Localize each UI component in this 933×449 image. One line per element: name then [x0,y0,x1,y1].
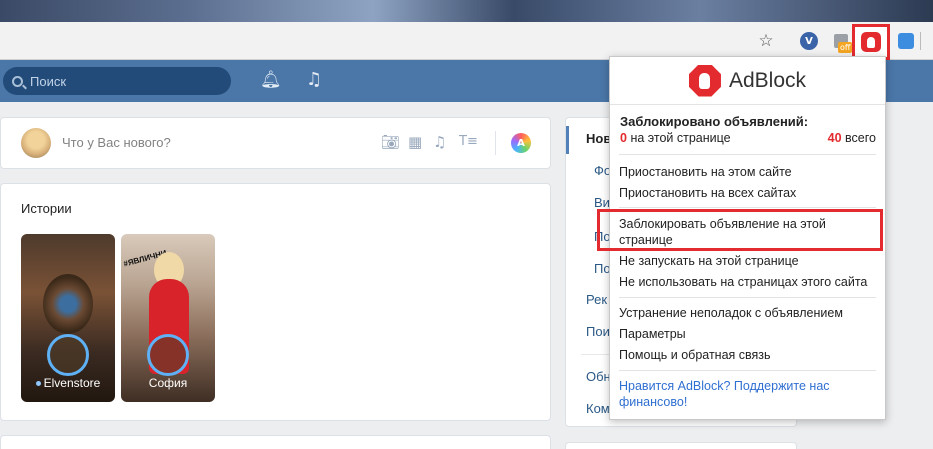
right-menu-item[interactable]: Ви [594,195,610,210]
extension-off-badge: off [838,42,853,53]
options-item[interactable]: Параметры [619,326,879,342]
divider [619,154,876,155]
new-post-card: Что у Вас нового? 📷︎ ▦ ♫ T≡ A [0,117,551,169]
toolbar-separator [920,32,921,50]
right-menu-item[interactable]: Нов [586,131,611,146]
story-name: Elvenstore [21,376,115,390]
color-post-icon[interactable]: A [511,133,531,153]
search-placeholder: Поиск [30,73,67,89]
divider [619,297,876,298]
music-attach-icon[interactable]: ♫ [433,133,446,151]
camera-icon[interactable]: 📷︎ [381,133,400,151]
extension-blue-icon[interactable] [895,30,917,52]
pause-on-site-item[interactable]: Приостановить на этом сайте [619,164,879,180]
feed-card [0,435,551,449]
extension-v-icon[interactable]: V [798,30,820,52]
adblock-brand: AdBlock [728,68,807,92]
adblock-popup: AdBlock Заблокировано объявлений: 0 на э… [597,56,886,420]
story-avatar [147,334,189,376]
right-menu-bottom [565,442,797,449]
adblock-popup-header: AdBlock [610,57,885,105]
right-menu-item[interactable]: Ком [586,401,610,416]
story-avatar [47,334,89,376]
blocked-counts: 0 на этой странице 40 всего [620,131,876,145]
stories-card: Истории Elvenstore #ЯВЛИЧНИ София [0,183,551,421]
dont-run-on-page-item[interactable]: Не запускать на этой странице [619,253,879,269]
help-feedback-item[interactable]: Помощь и обратная связь [619,347,879,363]
adblock-toolbar-button[interactable] [852,24,890,60]
block-ad-item[interactable]: Заблокировать объявление на этой страниц… [619,216,849,248]
page-count: 0 [620,131,627,145]
desktop-background [0,0,933,22]
support-link[interactable]: Нравится AdBlock? Поддержите нас финансо… [619,378,874,410]
avatar[interactable] [21,128,51,158]
divider [495,131,496,155]
music-icon[interactable]: ♫ [306,69,322,90]
story-card[interactable]: #ЯВЛИЧНИ София [121,234,215,402]
blocked-stats-title: Заблокировано объявлений: [620,114,809,129]
right-menu-item[interactable]: Пои [586,324,610,339]
new-post-input[interactable]: Что у Вас нового? [62,135,171,150]
total-count-label: всего [845,131,876,145]
adblock-icon [861,32,881,52]
pause-on-all-sites-item[interactable]: Приостановить на всех сайтах [619,185,879,201]
right-menu-item[interactable]: Обн [586,369,611,384]
stories-title: Истории [21,201,72,216]
search-icon [12,75,23,87]
dont-run-on-site-item[interactable]: Не использовать на страницах этого сайта [619,274,879,290]
right-menu-item[interactable]: Рек [586,292,607,307]
bookmark-star-icon[interactable]: ☆ [755,30,777,52]
story-name: София [148,376,188,390]
video-icon[interactable]: ▦ [408,133,422,151]
page-count-label: на этой странице [630,131,731,145]
divider [619,207,876,208]
troubleshoot-item[interactable]: Устранение неполадок с объявлением [619,305,879,321]
search-input[interactable]: Поиск [3,67,231,95]
bell-icon[interactable]: 🔔︎ [260,70,282,90]
adblock-logo-icon [688,64,721,97]
article-icon[interactable]: T≡ [459,134,478,149]
total-count: 40 [827,131,842,145]
browser-toolbar: ☆ V [0,22,933,60]
divider [619,370,876,371]
story-image [43,274,93,334]
story-card[interactable]: Elvenstore [21,234,115,402]
active-indicator [566,126,569,154]
